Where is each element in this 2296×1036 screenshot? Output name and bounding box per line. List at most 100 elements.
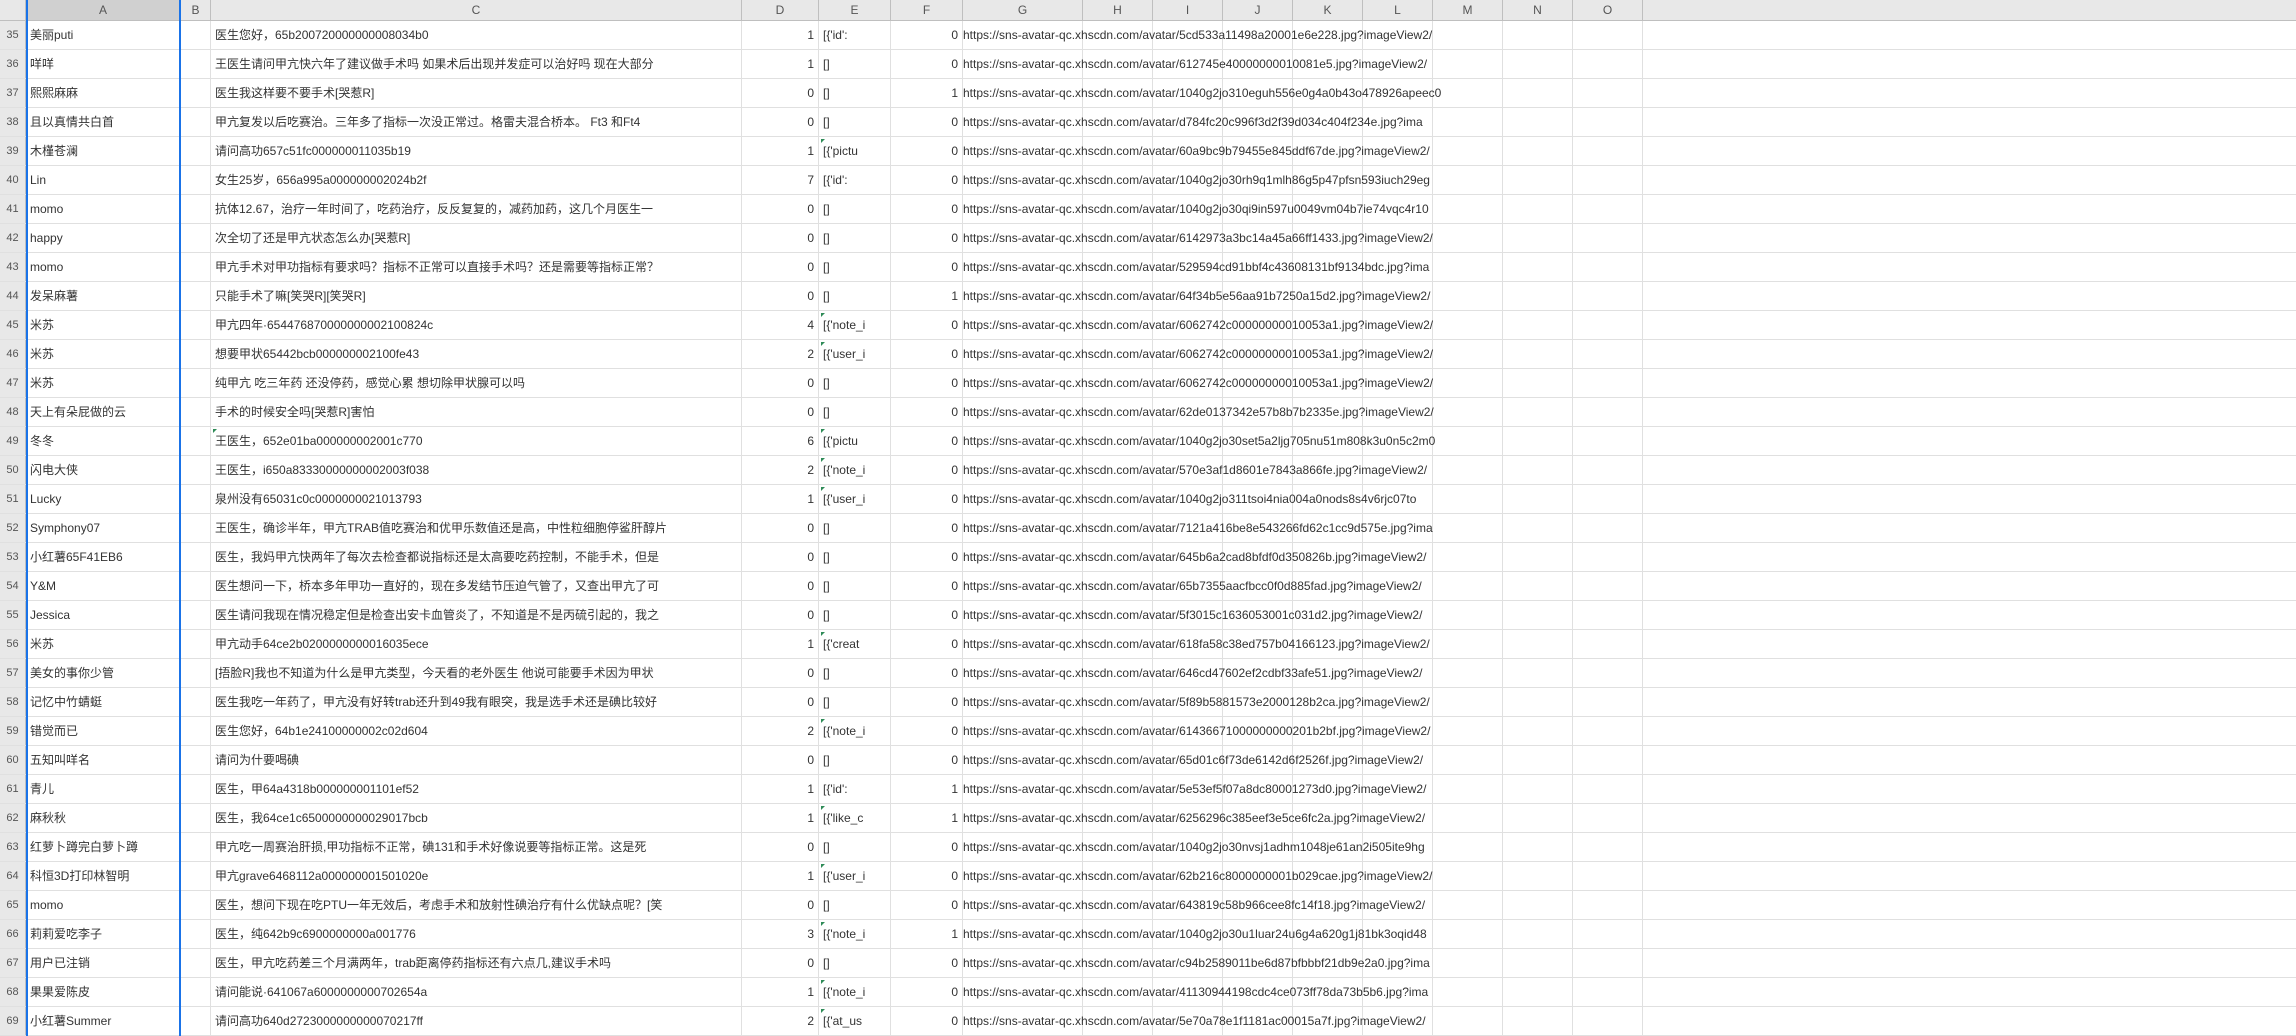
cell-K[interactable]: [1293, 572, 1363, 600]
cell-O[interactable]: [1573, 717, 1643, 745]
cell-O[interactable]: [1573, 949, 1643, 977]
cell-content[interactable]: [211, 166, 742, 194]
cell-M[interactable]: [1433, 543, 1503, 571]
cell-D[interactable]: 0: [742, 601, 819, 629]
cell-K[interactable]: [1293, 253, 1363, 281]
cell-J[interactable]: [1223, 572, 1293, 600]
cell-F[interactable]: 0: [891, 166, 963, 194]
cell-K[interactable]: [1293, 50, 1363, 78]
cell-H[interactable]: [1083, 688, 1153, 716]
cell-D[interactable]: 2: [742, 456, 819, 484]
cell-E[interactable]: []: [819, 572, 891, 600]
column-header-C[interactable]: C: [211, 0, 742, 20]
cell-B[interactable]: [181, 775, 211, 803]
cell-J[interactable]: [1223, 630, 1293, 658]
cell-H[interactable]: [1083, 427, 1153, 455]
cell-F[interactable]: 0: [891, 195, 963, 223]
cell-K[interactable]: [1293, 369, 1363, 397]
row-number[interactable]: 60: [0, 746, 26, 774]
cell-D[interactable]: 0: [742, 514, 819, 542]
cell-E[interactable]: []: [819, 108, 891, 136]
cell-E[interactable]: [{'id':: [819, 775, 891, 803]
cell-content[interactable]: [211, 340, 742, 368]
cell-K[interactable]: [1293, 601, 1363, 629]
cell-L[interactable]: [1363, 659, 1433, 687]
cell-O[interactable]: [1573, 1007, 1643, 1035]
cell-G[interactable]: [963, 601, 1083, 629]
cell-F[interactable]: 0: [891, 688, 963, 716]
cell-content[interactable]: [211, 630, 742, 658]
cell-M[interactable]: [1433, 369, 1503, 397]
cell-L[interactable]: [1363, 1007, 1433, 1035]
cell-username[interactable]: 果果爱陈皮: [26, 978, 181, 1006]
cell-G[interactable]: [963, 572, 1083, 600]
cell-N[interactable]: [1503, 630, 1573, 658]
row-number[interactable]: 52: [0, 514, 26, 542]
cell-I[interactable]: [1153, 891, 1223, 919]
cell-M[interactable]: [1433, 514, 1503, 542]
cell-K[interactable]: [1293, 79, 1363, 107]
cell-L[interactable]: [1363, 108, 1433, 136]
cell-D[interactable]: 2: [742, 717, 819, 745]
cell-E[interactable]: [{'note_i: [819, 456, 891, 484]
cell-G[interactable]: [963, 282, 1083, 310]
cell-I[interactable]: [1153, 50, 1223, 78]
cell-L[interactable]: [1363, 920, 1433, 948]
cell-H[interactable]: [1083, 572, 1153, 600]
row-number[interactable]: 55: [0, 601, 26, 629]
cell-B[interactable]: [181, 282, 211, 310]
cell-D[interactable]: 2: [742, 1007, 819, 1035]
cell-L[interactable]: [1363, 543, 1433, 571]
cell-K[interactable]: [1293, 775, 1363, 803]
cell-I[interactable]: [1153, 920, 1223, 948]
cell-M[interactable]: [1433, 456, 1503, 484]
column-header-A[interactable]: A: [26, 0, 181, 20]
cell-N[interactable]: [1503, 572, 1573, 600]
cell-D[interactable]: 4: [742, 311, 819, 339]
cell-M[interactable]: [1433, 601, 1503, 629]
cell-I[interactable]: [1153, 862, 1223, 890]
cell-F[interactable]: 0: [891, 978, 963, 1006]
row-number[interactable]: 62: [0, 804, 26, 832]
cell-N[interactable]: [1503, 311, 1573, 339]
row-number[interactable]: 53: [0, 543, 26, 571]
cell-J[interactable]: [1223, 746, 1293, 774]
cell-J[interactable]: [1223, 601, 1293, 629]
cell-content[interactable]: [211, 427, 742, 455]
cell-L[interactable]: [1363, 833, 1433, 861]
cell-M[interactable]: [1433, 572, 1503, 600]
cell-I[interactable]: [1153, 688, 1223, 716]
cell-J[interactable]: [1223, 195, 1293, 223]
column-header-D[interactable]: D: [742, 0, 819, 20]
cell-K[interactable]: [1293, 630, 1363, 658]
cell-N[interactable]: [1503, 427, 1573, 455]
cell-I[interactable]: [1153, 253, 1223, 281]
cell-F[interactable]: 0: [891, 833, 963, 861]
row-number[interactable]: 66: [0, 920, 26, 948]
cell-N[interactable]: [1503, 1007, 1573, 1035]
cell-F[interactable]: 0: [891, 340, 963, 368]
cell-L[interactable]: [1363, 746, 1433, 774]
cell-J[interactable]: [1223, 833, 1293, 861]
cell-F[interactable]: 0: [891, 456, 963, 484]
cell-G[interactable]: [963, 891, 1083, 919]
cell-N[interactable]: [1503, 920, 1573, 948]
row-number[interactable]: 49: [0, 427, 26, 455]
cell-username[interactable]: Y&M: [26, 572, 181, 600]
cell-K[interactable]: [1293, 514, 1363, 542]
row-number[interactable]: 37: [0, 79, 26, 107]
cell-B[interactable]: [181, 137, 211, 165]
cell-content[interactable]: [211, 804, 742, 832]
cell-E[interactable]: [{'id':: [819, 21, 891, 49]
cell-L[interactable]: [1363, 862, 1433, 890]
cell-G[interactable]: [963, 108, 1083, 136]
cell-H[interactable]: [1083, 340, 1153, 368]
cell-G[interactable]: [963, 398, 1083, 426]
cell-E[interactable]: [{'like_c: [819, 804, 891, 832]
cell-N[interactable]: [1503, 717, 1573, 745]
cell-content[interactable]: [211, 833, 742, 861]
cell-B[interactable]: [181, 340, 211, 368]
cell-K[interactable]: [1293, 195, 1363, 223]
cell-B[interactable]: [181, 50, 211, 78]
cell-D[interactable]: 0: [742, 688, 819, 716]
